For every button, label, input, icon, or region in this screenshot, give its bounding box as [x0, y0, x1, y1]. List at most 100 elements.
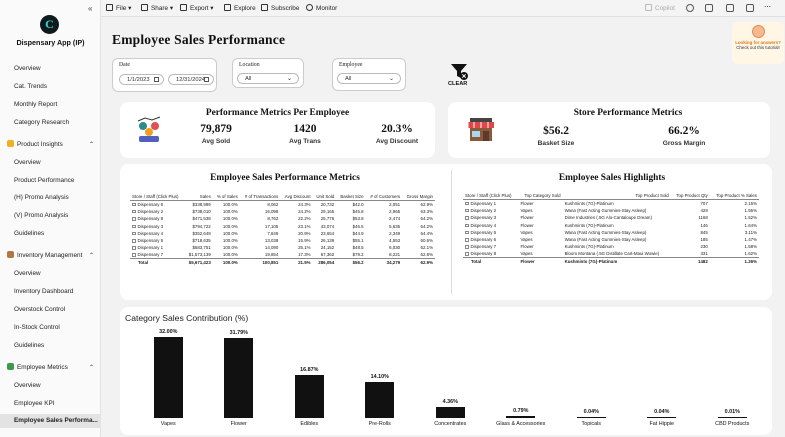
expand-plus-icon[interactable] [465, 216, 469, 220]
column-header[interactable]: Unit Sold [312, 193, 337, 201]
table-row[interactable]: Dispensary 4 Flower Kushmints (7G)-Platinu… [463, 221, 759, 228]
sidebar-item-inventory-dashboard[interactable]: Inventory Dashboard [0, 285, 101, 299]
expand-plus-icon[interactable] [465, 238, 469, 242]
table-row[interactable]: Dispensary 4 $352,649 100.0% 7,849 20.9% 23,6… [130, 230, 435, 237]
expand-plus-icon[interactable] [465, 201, 469, 206]
bar-edibles[interactable] [294, 375, 324, 418]
clear-filters-label[interactable]: CLEAR [448, 81, 467, 87]
table-row[interactable]: Dispensary 6 Vapes Wana (Fast Acting Gummi… [463, 236, 759, 243]
reset-icon[interactable] [705, 4, 713, 12]
sidebar-item-product-performance[interactable]: Product Performance [0, 174, 101, 188]
sidebar-item-employee-sales-performa[interactable]: Employee Sales Performa... [0, 414, 101, 429]
sidebar-item-h-promo-analysis[interactable]: (H) Promo Analysis [0, 191, 101, 205]
table-row[interactable]: Dispensary 3 $794,722 100.0% 17,105 23.1% 43,… [130, 222, 435, 229]
date-from-input[interactable]: 1/1/2023 [119, 74, 164, 85]
sidebar-item-overview[interactable]: Overview [0, 62, 101, 76]
sidebar-item-category-research[interactable]: Category Research [0, 116, 101, 130]
column-header[interactable]: Sales [184, 193, 213, 201]
table-row[interactable]: Dispensary 7 $1,573,139 100.0% 19,854 17.3% 6… [130, 252, 435, 259]
sidebar-item-employee-kpi[interactable]: Employee KPI [0, 397, 101, 411]
file-menu[interactable]: File ▾ [106, 0, 131, 17]
table-row[interactable]: Dispensary 5 Vapes Wana (Fast Acting Gummi… [463, 229, 759, 236]
sidebar-item-employee-metrics[interactable]: Employee Metrics ⌃ [0, 361, 101, 375]
column-header[interactable]: Top Product Qty [670, 192, 710, 200]
sidebar-item-in-stock-control[interactable]: In-Stock Control [0, 321, 101, 335]
column-header[interactable]: Top Product % Sales [709, 192, 759, 200]
expand-plus-icon[interactable] [132, 231, 136, 236]
expand-plus-icon[interactable] [132, 217, 136, 221]
expand-plus-icon[interactable] [132, 202, 136, 207]
column-header[interactable]: Basket Size [336, 193, 366, 201]
expand-plus-icon[interactable] [465, 208, 469, 213]
sidebar-item-guidelines[interactable]: Guidelines [0, 339, 101, 353]
column-header[interactable]: Top Category Sold [518, 192, 563, 200]
more-options-icon[interactable]: ⋯ [764, 4, 772, 12]
fullscreen-icon[interactable] [746, 4, 754, 12]
expand-plus-icon[interactable] [465, 230, 469, 235]
sidebar-item-monthly-report[interactable]: Monthly Report [0, 98, 101, 112]
bar-fat-hippie[interactable] [647, 416, 677, 418]
sidebar-item-cat-trends[interactable]: Cat. Trends [0, 80, 101, 94]
table-cell: Wana (Fast Acting Gummies-Stay Asleep) [564, 237, 647, 243]
sidebar-item-product-insights[interactable]: Product Insights ⌃ [0, 138, 101, 152]
monitor-button[interactable]: Monitor [306, 0, 337, 17]
location-select[interactable]: All ⌄ [237, 73, 299, 84]
column-header[interactable]: Gross Margin [402, 193, 435, 201]
bar-cbd-products[interactable] [717, 416, 747, 418]
column-header[interactable]: # of Customers [365, 193, 403, 201]
column-header[interactable]: # of Transactions [239, 193, 281, 201]
employee-select[interactable]: All ⌄ [337, 73, 401, 84]
copilot-button[interactable]: Copilot [645, 0, 675, 17]
sidebar-item-overview[interactable]: Overview [0, 379, 101, 393]
sidebar-item-overview[interactable]: Overview [0, 156, 101, 170]
column-header[interactable]: Top Product Sold [562, 192, 671, 200]
bar-concentrates[interactable] [435, 406, 465, 418]
expand-plus-icon[interactable] [465, 245, 469, 249]
bar-topicals[interactable] [576, 416, 606, 418]
table-row[interactable]: Dispensary 1 $683,751 100.0% 14,090 25.1% 24,… [130, 244, 435, 251]
tutorial-tip[interactable]: Looking for answers? Check out this tuto… [732, 22, 784, 64]
share-menu[interactable]: Share ▾ [141, 0, 173, 17]
bar-flower[interactable] [224, 337, 254, 418]
table-row[interactable]: Dispensary 8 $471,538 100.0% 8,762 22.2% 25,7… [130, 215, 435, 222]
table-cell: Dispensary 4 [130, 230, 185, 237]
bar-glass-accessories[interactable] [506, 416, 536, 418]
expand-plus-icon[interactable] [132, 209, 136, 214]
expand-plus-icon[interactable] [132, 239, 136, 243]
table-row[interactable]: Dispensary 1 Flower Kushmints (7G)-Platinu… [463, 200, 759, 207]
chevron-up-icon[interactable]: ⌃ [89, 361, 94, 375]
sidebar-item-overview[interactable]: Overview [0, 267, 101, 281]
chevron-up-icon[interactable]: ⌃ [89, 249, 94, 263]
sidebar-item-overstock-control[interactable]: Overstock Control [0, 303, 101, 317]
export-menu[interactable]: Export ▾ [180, 0, 213, 17]
column-header[interactable]: % of Sales [212, 193, 240, 201]
undo-icon[interactable] [686, 4, 694, 12]
bookmark-icon[interactable] [726, 4, 734, 12]
bar-vapes[interactable] [153, 337, 183, 418]
table-row[interactable]: Dispensary 2 Vapes Wana (Fast Acting Gummi… [463, 207, 759, 214]
table-row[interactable]: Dispensary 7 Flower Kushmints (7G)-Platinu… [463, 243, 759, 250]
column-header[interactable]: Avg Discount [280, 193, 313, 201]
sidebar-item-guidelines[interactable]: Guidelines [0, 227, 101, 241]
bar-pre-rolls[interactable] [365, 382, 395, 418]
date-to-input[interactable]: 12/31/2024 [168, 74, 214, 85]
chevron-up-icon[interactable]: ⌃ [89, 138, 94, 152]
expand-plus-icon[interactable] [132, 224, 136, 229]
table-row[interactable]: Dispensary 5 $718,635 100.0% 13,038 15.9% 26,… [130, 237, 435, 244]
expand-plus-icon[interactable] [465, 252, 469, 256]
sidebar-item-v-promo-analysis[interactable]: (V) Promo Analysis [0, 209, 101, 223]
column-header[interactable]: Store / Staff (Click Plus) [463, 192, 519, 200]
expand-plus-icon[interactable] [465, 223, 469, 228]
table-row[interactable]: Dispensary 6 $338,999 100.0% 8,062 24.3% 20,7… [130, 201, 435, 208]
explore-button[interactable]: Explore [224, 0, 256, 17]
expand-plus-icon[interactable] [132, 253, 136, 257]
sidebar-item-inventory-management[interactable]: Inventory Management ⌃ [0, 249, 101, 263]
table-row[interactable]: Dispensary 8 Vapes Bloom Montana (.5G Dist… [463, 251, 759, 258]
expand-plus-icon[interactable] [132, 246, 136, 250]
collapse-sidebar-icon[interactable]: « [88, 4, 92, 13]
table-row[interactable]: Dispensary 3 Flower Dime Industries (.5G A… [463, 214, 759, 221]
category-label: Vapes [160, 421, 176, 427]
subscribe-button[interactable]: Subscribe [261, 0, 299, 17]
column-header[interactable]: Store / Staff (Click Plus) [130, 193, 185, 201]
table-row[interactable]: Dispensary 2 $738,010 100.0% 16,098 24.2% 29,… [130, 208, 435, 215]
